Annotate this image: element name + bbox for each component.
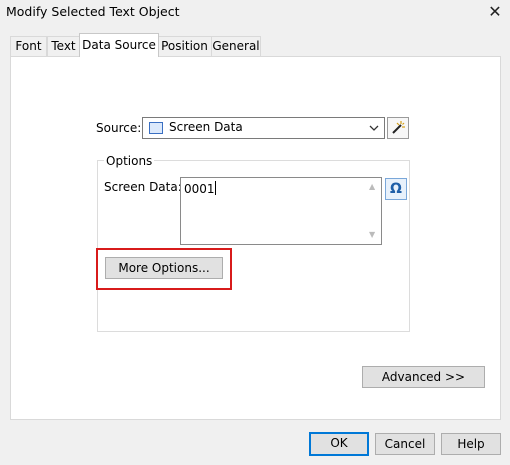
scroll-down-icon[interactable]: ▼ bbox=[369, 230, 375, 239]
help-button[interactable]: Help bbox=[441, 433, 501, 455]
tab-font-label: Font bbox=[15, 39, 42, 53]
tab-font[interactable]: Font bbox=[10, 36, 47, 56]
screen-data-label: Screen Data: bbox=[104, 180, 182, 194]
cancel-button[interactable]: Cancel bbox=[375, 433, 435, 455]
screen-data-icon bbox=[149, 122, 163, 134]
close-icon[interactable]: ✕ bbox=[482, 0, 508, 24]
screen-data-value: 0001 bbox=[184, 182, 215, 196]
chevron-down-icon[interactable] bbox=[368, 118, 380, 141]
text-caret bbox=[215, 181, 216, 195]
omega-icon[interactable]: Ω bbox=[385, 178, 407, 200]
tab-position-label: Position bbox=[161, 39, 208, 53]
ok-button[interactable]: OK bbox=[309, 432, 369, 456]
tab-general-label: General bbox=[212, 39, 260, 53]
tab-data-source[interactable]: Data Source bbox=[79, 33, 159, 57]
vertical-scrollbar[interactable]: ▲ ▼ bbox=[365, 178, 381, 244]
window-title: Modify Selected Text Object bbox=[6, 4, 180, 19]
tab-text-label: Text bbox=[51, 39, 76, 53]
source-select[interactable]: Screen Data bbox=[142, 117, 385, 139]
tab-text[interactable]: Text bbox=[47, 36, 80, 56]
tab-position[interactable]: Position bbox=[157, 36, 212, 56]
wand-icon[interactable] bbox=[387, 117, 409, 139]
highlight-box bbox=[96, 248, 232, 290]
source-value: Screen Data bbox=[169, 120, 243, 134]
scroll-up-icon[interactable]: ▲ bbox=[369, 182, 375, 191]
source-label: Source: bbox=[96, 121, 142, 135]
tab-data-source-label: Data Source bbox=[82, 38, 156, 52]
options-legend: Options bbox=[104, 154, 155, 168]
screen-data-field[interactable]: 0001 ▲ ▼ bbox=[180, 177, 382, 245]
advanced-button[interactable]: Advanced >> bbox=[362, 366, 485, 388]
tab-general[interactable]: General bbox=[211, 36, 261, 56]
